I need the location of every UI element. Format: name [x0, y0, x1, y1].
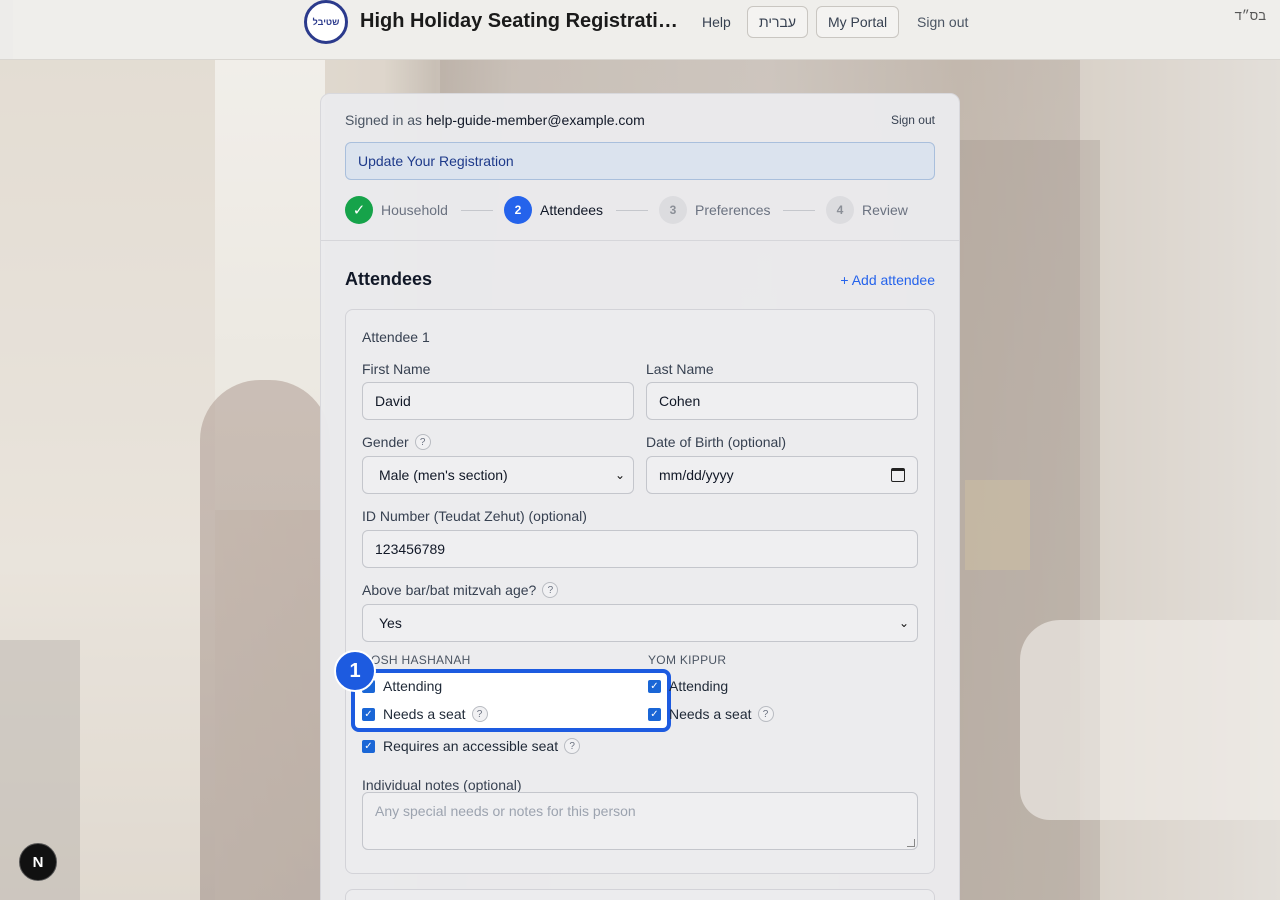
gender-select[interactable]: Male (men's section) ⌄: [362, 456, 634, 494]
checkbox-label: Attending: [669, 678, 729, 694]
section-title: Attendees: [345, 269, 433, 289]
help-icon[interactable]: ?: [564, 738, 581, 754]
nextjs-dev-badge[interactable]: N: [19, 843, 57, 881]
rh-needs-seat-checkbox[interactable]: ✓ Needs a seat ?: [362, 706, 488, 722]
checkbox-label: Attending: [383, 678, 443, 694]
last-name-label: Last Name: [646, 361, 714, 377]
notes-placeholder: Any special needs or notes for this pers…: [375, 803, 636, 819]
step-label: Review: [862, 202, 908, 218]
language-hebrew-button[interactable]: עברית: [747, 6, 809, 38]
step-label: Preferences: [695, 202, 771, 218]
mitzvah-label-text: Above bar/bat mitzvah age?: [362, 582, 537, 598]
checkbox-label: Needs a seat: [669, 706, 752, 722]
step-preferences[interactable]: 3 Preferences: [659, 196, 770, 224]
registration-card: Signed in as help-guide-member@example.c…: [320, 93, 960, 900]
nav-help-link[interactable]: Help: [702, 14, 731, 30]
step-attendees[interactable]: 2 Attendees: [504, 196, 603, 224]
yk-needs-seat-checkbox[interactable]: ✓ Needs a seat ?: [648, 706, 774, 722]
calendar-icon[interactable]: [891, 468, 905, 482]
first-name-input[interactable]: David: [362, 382, 634, 420]
top-header: שטיבל High Holiday Seating Registration …: [0, 0, 1280, 60]
attendee-title: Attendee 1: [362, 329, 430, 345]
notes-textarea[interactable]: Any special needs or notes for this pers…: [362, 792, 918, 850]
update-banner: Update Your Registration: [345, 142, 935, 180]
next-attendee-box: [345, 889, 935, 900]
checkmark-icon: ✓: [362, 707, 375, 721]
card-divider: [321, 240, 959, 241]
help-icon[interactable]: ?: [414, 434, 431, 450]
step-progress: ✓ Household 2 Attendees 3 Preferences 4 …: [345, 196, 935, 226]
signed-in-prefix: Signed in as: [345, 112, 423, 128]
accessible-seat-checkbox[interactable]: ✓ Requires an accessible seat ?: [362, 738, 581, 754]
step-connector: [783, 210, 815, 211]
checkmark-icon: ✓: [362, 739, 375, 753]
notes-label: Individual notes (optional): [362, 777, 522, 793]
step-household[interactable]: ✓ Household: [345, 196, 448, 224]
help-icon[interactable]: ?: [757, 706, 774, 722]
check-icon: ✓: [345, 196, 373, 224]
step-number: 3: [659, 196, 687, 224]
header-signout-link[interactable]: Sign out: [917, 14, 968, 30]
add-attendee-link[interactable]: + Add attendee: [840, 272, 935, 288]
site-logo[interactable]: שטיבל: [304, 0, 348, 44]
id-label: ID Number (Teudat Zehut) (optional): [362, 508, 587, 524]
chevron-down-icon: ⌄: [614, 468, 625, 482]
step-connector: [616, 210, 648, 211]
checkbox-label: Needs a seat: [383, 706, 466, 722]
rosh-hashanah-heading: ROSH HASHANAH: [362, 653, 471, 667]
mitzvah-value: Yes: [379, 615, 402, 631]
step-label: Household: [381, 202, 448, 218]
step-label: Attendees: [540, 202, 604, 218]
card-signout-link[interactable]: Sign out: [891, 113, 935, 127]
id-number-input[interactable]: 123456789: [362, 530, 918, 568]
chevron-down-icon: ⌄: [898, 616, 909, 630]
guide-step-badge: 1: [334, 650, 376, 692]
gender-value: Male (men's section): [379, 467, 508, 483]
signed-in-text: Signed in as help-guide-member@example.c…: [345, 112, 645, 128]
site-title[interactable]: High Holiday Seating Registration: [360, 10, 682, 33]
step-connector: [461, 210, 493, 211]
gender-label-text: Gender: [362, 434, 409, 450]
yom-kippur-heading: YOM KIPPUR: [648, 653, 727, 667]
help-icon[interactable]: ?: [471, 706, 488, 722]
checkmark-icon: ✓: [648, 707, 661, 721]
first-name-label: First Name: [362, 361, 431, 377]
mitzvah-select[interactable]: Yes ⌄: [362, 604, 918, 642]
step-number: 4: [826, 196, 854, 224]
bsd-mark: בס״ד: [1234, 8, 1266, 23]
signed-in-email: help-guide-member@example.com: [425, 112, 645, 128]
my-portal-button[interactable]: My Portal: [816, 6, 900, 38]
dob-input[interactable]: mm/dd/yyyy: [646, 456, 918, 494]
dob-label: Date of Birth (optional): [646, 434, 787, 450]
resize-handle-icon[interactable]: [907, 839, 915, 847]
help-icon[interactable]: ?: [542, 582, 559, 598]
last-name-input[interactable]: Cohen: [646, 382, 918, 420]
mitzvah-label: Above bar/bat mitzvah age? ?: [362, 582, 559, 598]
gender-label: Gender ?: [362, 434, 431, 450]
step-number: 2: [504, 196, 532, 224]
logo-text: שטיבל: [312, 16, 340, 27]
checkbox-label: Requires an accessible seat: [383, 738, 559, 754]
checkmark-icon: ✓: [648, 679, 661, 693]
step-review[interactable]: 4 Review: [826, 196, 908, 224]
dob-placeholder: mm/dd/yyyy: [659, 467, 734, 483]
yk-attending-checkbox[interactable]: ✓ Attending: [648, 678, 728, 694]
rh-attending-checkbox[interactable]: ✓ Attending: [362, 678, 442, 694]
